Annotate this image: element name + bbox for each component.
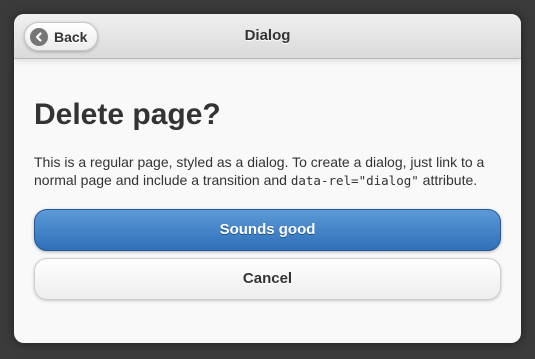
dialog: Back Dialog Delete page? This is a regul… xyxy=(14,14,521,343)
dialog-header: Back Dialog xyxy=(14,14,521,59)
dialog-content: Delete page? This is a regular page, sty… xyxy=(14,97,521,300)
sounds-good-button[interactable]: Sounds good xyxy=(34,209,501,251)
back-button[interactable]: Back xyxy=(24,22,99,51)
arrow-left-icon xyxy=(30,27,48,46)
dialog-heading: Delete page? xyxy=(34,98,221,131)
dialog-description: This is a regular page, styled as a dial… xyxy=(34,153,502,190)
code-snippet: data-rel="dialog" xyxy=(290,173,419,188)
back-button-label: Back xyxy=(54,28,88,45)
cancel-button[interactable]: Cancel xyxy=(34,258,501,300)
description-text-end: attribute. xyxy=(418,172,478,188)
